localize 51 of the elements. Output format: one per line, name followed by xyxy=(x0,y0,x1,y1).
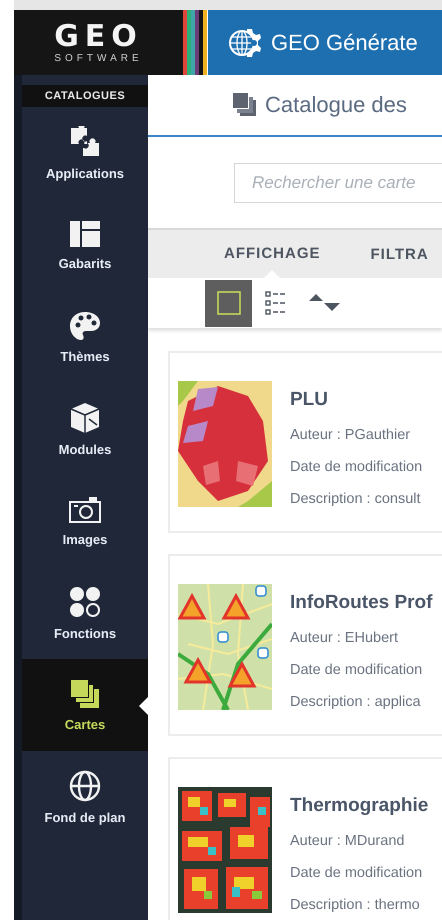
card-author: Auteur : MDurand xyxy=(290,832,406,851)
sort-icon xyxy=(308,293,340,313)
map-card[interactable]: InfoRoutes Prof Auteur : EHubert Date de modification Description : applica xyxy=(168,554,442,736)
sidebar-item[interactable]: Applications xyxy=(22,107,148,199)
card-date: Date de modification xyxy=(290,458,422,477)
grid-view-button[interactable] xyxy=(205,280,252,326)
palette-icon xyxy=(69,310,101,340)
card-date: Date de modification xyxy=(290,661,424,680)
sidebar-item[interactable]: Thèmes xyxy=(22,291,148,383)
sidebar-label: Modules xyxy=(58,442,112,456)
puzzle-icon xyxy=(69,126,101,158)
card-title: Thermographie xyxy=(290,795,428,817)
card-description: Description : thermo xyxy=(290,896,421,915)
app-title: GEO Générate xyxy=(271,30,418,56)
map-card[interactable]: Thermographie Auteur : MDurand Date de modification Description : thermo xyxy=(168,757,442,920)
tab[interactable]: FILTRA xyxy=(356,230,442,278)
cube-icon xyxy=(70,402,100,434)
sidebar-item[interactable]: Images xyxy=(22,475,148,567)
sidebar-item[interactable]: Fonctions xyxy=(22,567,148,659)
tab[interactable]: AFFICHAGE xyxy=(210,230,334,278)
sidebar-item[interactable]: Modules xyxy=(22,383,148,475)
sidebar-item[interactable]: Gabarits xyxy=(22,199,148,291)
sidebar-label: Images xyxy=(62,532,108,546)
card-title: InfoRoutes Prof xyxy=(290,592,432,614)
sidebar-heading: CATALOGUES xyxy=(22,85,148,107)
sidebar-item[interactable]: Cartes xyxy=(22,659,148,751)
card-author: Auteur : PGauthier xyxy=(290,426,412,445)
logo-subtitle: SOFTWARE xyxy=(54,52,143,64)
page-title: Catalogue des xyxy=(265,92,407,118)
sidebar-label: Gabarits xyxy=(58,256,112,270)
map-card[interactable]: PLU Auteur : PGauthier Date de modification Description : consult xyxy=(168,351,442,533)
card-author: Auteur : EHubert xyxy=(290,629,399,648)
sidebar-label: Cartes xyxy=(64,716,106,732)
sidebar-item[interactable]: Fond de plan xyxy=(22,751,148,843)
grid-view-icon xyxy=(216,291,240,315)
card-description: Description : applica xyxy=(290,693,422,712)
stack-icon xyxy=(233,93,257,117)
globe-icon xyxy=(69,770,101,802)
layout-icon xyxy=(69,220,101,248)
sidebar-label: Fonctions xyxy=(54,626,116,640)
sidebar-label: Fond de plan xyxy=(44,810,126,824)
camera-icon xyxy=(68,496,102,524)
stack-icon xyxy=(70,678,100,708)
logo-wordmark: GEO xyxy=(54,22,143,52)
card-description: Description : consult xyxy=(290,490,422,509)
search-field[interactable]: Rechercher une carte xyxy=(234,163,442,203)
card-title: PLU xyxy=(290,389,329,411)
four-circles-icon xyxy=(69,586,101,618)
card-date: Date de modification xyxy=(290,864,424,883)
sidebar-label: Applications xyxy=(46,166,124,180)
sidebar-label: Thèmes xyxy=(60,348,110,364)
